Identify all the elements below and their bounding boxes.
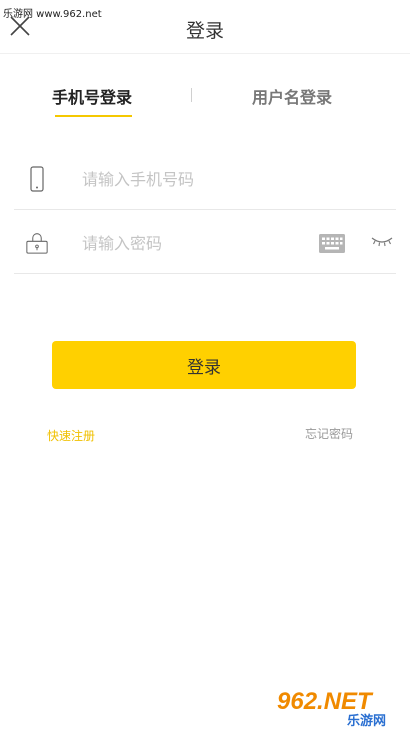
login-page: 登录 乐游网 www.962.net 手机号登录 用户名登录 请输入手机号码 登… xyxy=(0,0,410,733)
active-tab-indicator xyxy=(55,115,132,117)
mobile-phone-icon xyxy=(30,166,44,192)
tab-username-login[interactable]: 用户名登录 xyxy=(252,84,332,108)
tab-phone-login[interactable]: 手机号登录 xyxy=(52,84,132,108)
logo-sub-text: 乐游网 xyxy=(347,713,386,729)
forgot-password-link[interactable]: 忘记密码 xyxy=(305,425,353,442)
site-logo-watermark: 962.NET 乐游网 xyxy=(271,683,405,729)
phone-input[interactable] xyxy=(82,166,302,192)
keyboard-icon[interactable] xyxy=(319,234,345,253)
login-tabs: 手机号登录 用户名登录 xyxy=(0,80,410,120)
tab-separator xyxy=(191,88,192,102)
logo-main-text: 962.NET xyxy=(277,688,374,715)
page-title: 登录 xyxy=(185,20,224,42)
eye-closed-icon[interactable] xyxy=(371,236,393,248)
password-input[interactable] xyxy=(82,230,302,256)
register-link[interactable]: 快速注册 xyxy=(47,427,95,444)
site-watermark: 乐游网 www.962.net xyxy=(3,9,102,20)
lock-icon xyxy=(26,233,48,254)
phone-row xyxy=(14,148,396,210)
password-row xyxy=(14,212,396,274)
login-button[interactable]: 登录 xyxy=(52,341,356,389)
